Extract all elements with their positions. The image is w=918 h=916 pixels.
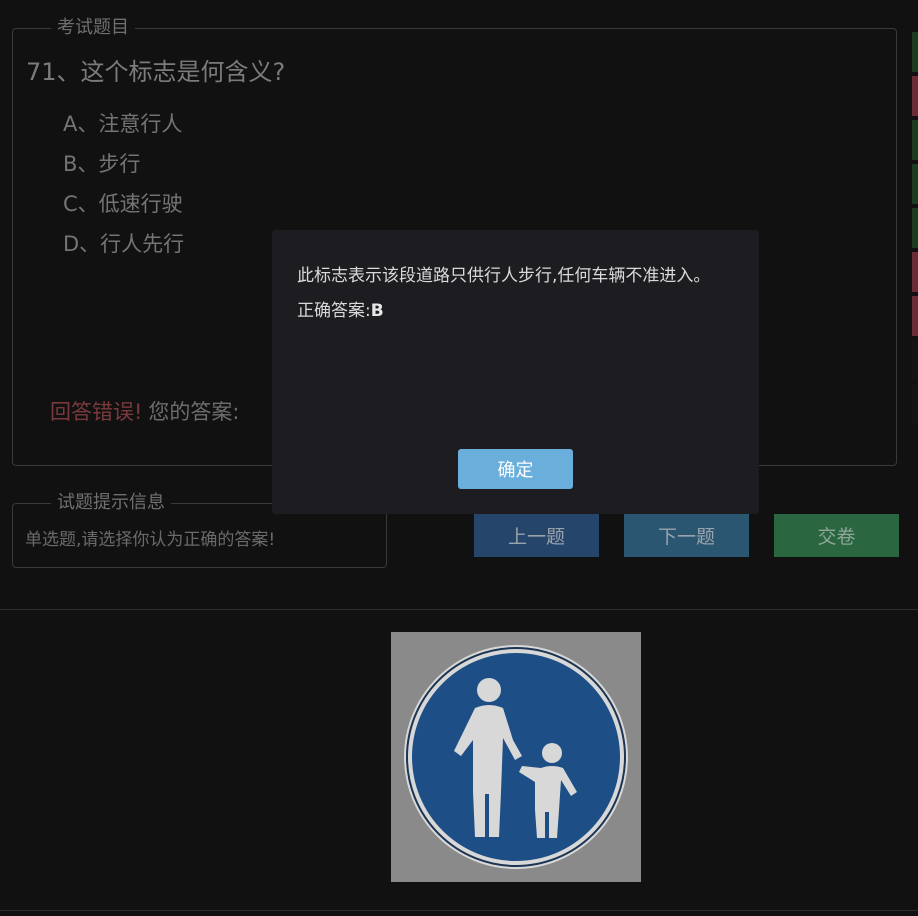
option-list: A、注意行人 B、步行 C、低速行驶 D、行人先行 bbox=[63, 111, 184, 271]
exam-page: 考试题目 71、这个标志是何含义? A、注意行人 B、步行 C、低速行驶 D、行… bbox=[0, 0, 918, 916]
correct-answer-label: 正确答案: bbox=[297, 301, 371, 321]
pedestrian-only-sign-icon bbox=[404, 645, 628, 869]
option-c[interactable]: C、低速行驶 bbox=[63, 191, 184, 231]
answer-card-cell[interactable] bbox=[912, 32, 918, 72]
question-panel-legend: 考试题目 bbox=[51, 17, 135, 39]
correct-answer-row: 正确答案:B bbox=[297, 296, 384, 321]
answer-card-cell[interactable] bbox=[912, 120, 918, 160]
correct-answer-value: B bbox=[370, 301, 384, 321]
question-sign-image bbox=[391, 632, 641, 882]
answer-explanation-dialog: 此标志表示该段道路只供行人步行,任何车辆不准进入。 正确答案:B 确定 bbox=[272, 230, 759, 514]
answer-card-strip bbox=[912, 32, 918, 428]
result-row: 回答错误! 您的答案: bbox=[50, 399, 240, 425]
hint-panel-legend: 试题提示信息 bbox=[51, 492, 171, 514]
your-answer-label: 您的答案: bbox=[148, 400, 240, 424]
divider bbox=[0, 609, 918, 610]
answer-card-cell[interactable] bbox=[912, 252, 918, 292]
confirm-button[interactable]: 确定 bbox=[458, 449, 573, 489]
hint-text: 单选题,请选择你认为正确的答案! bbox=[25, 530, 276, 550]
next-question-button[interactable]: 下一题 bbox=[624, 514, 749, 557]
answer-card-cell[interactable] bbox=[912, 340, 918, 380]
question-title: 71、这个标志是何含义? bbox=[26, 58, 286, 86]
submit-exam-button[interactable]: 交卷 bbox=[774, 514, 899, 557]
answer-card-cell[interactable] bbox=[912, 76, 918, 116]
result-status: 回答错误! bbox=[50, 400, 143, 424]
answer-card-cell[interactable] bbox=[912, 164, 918, 204]
prev-question-button[interactable]: 上一题 bbox=[474, 514, 599, 557]
option-a[interactable]: A、注意行人 bbox=[63, 111, 184, 151]
explanation-text: 此标志表示该段道路只供行人步行,任何车辆不准进入。 bbox=[297, 266, 711, 286]
bottom-divider bbox=[0, 910, 918, 911]
option-b[interactable]: B、步行 bbox=[63, 151, 184, 191]
answer-card-cell[interactable] bbox=[912, 384, 918, 424]
answer-card-cell[interactable] bbox=[912, 208, 918, 248]
option-d[interactable]: D、行人先行 bbox=[63, 231, 184, 271]
answer-card-cell[interactable] bbox=[912, 296, 918, 336]
